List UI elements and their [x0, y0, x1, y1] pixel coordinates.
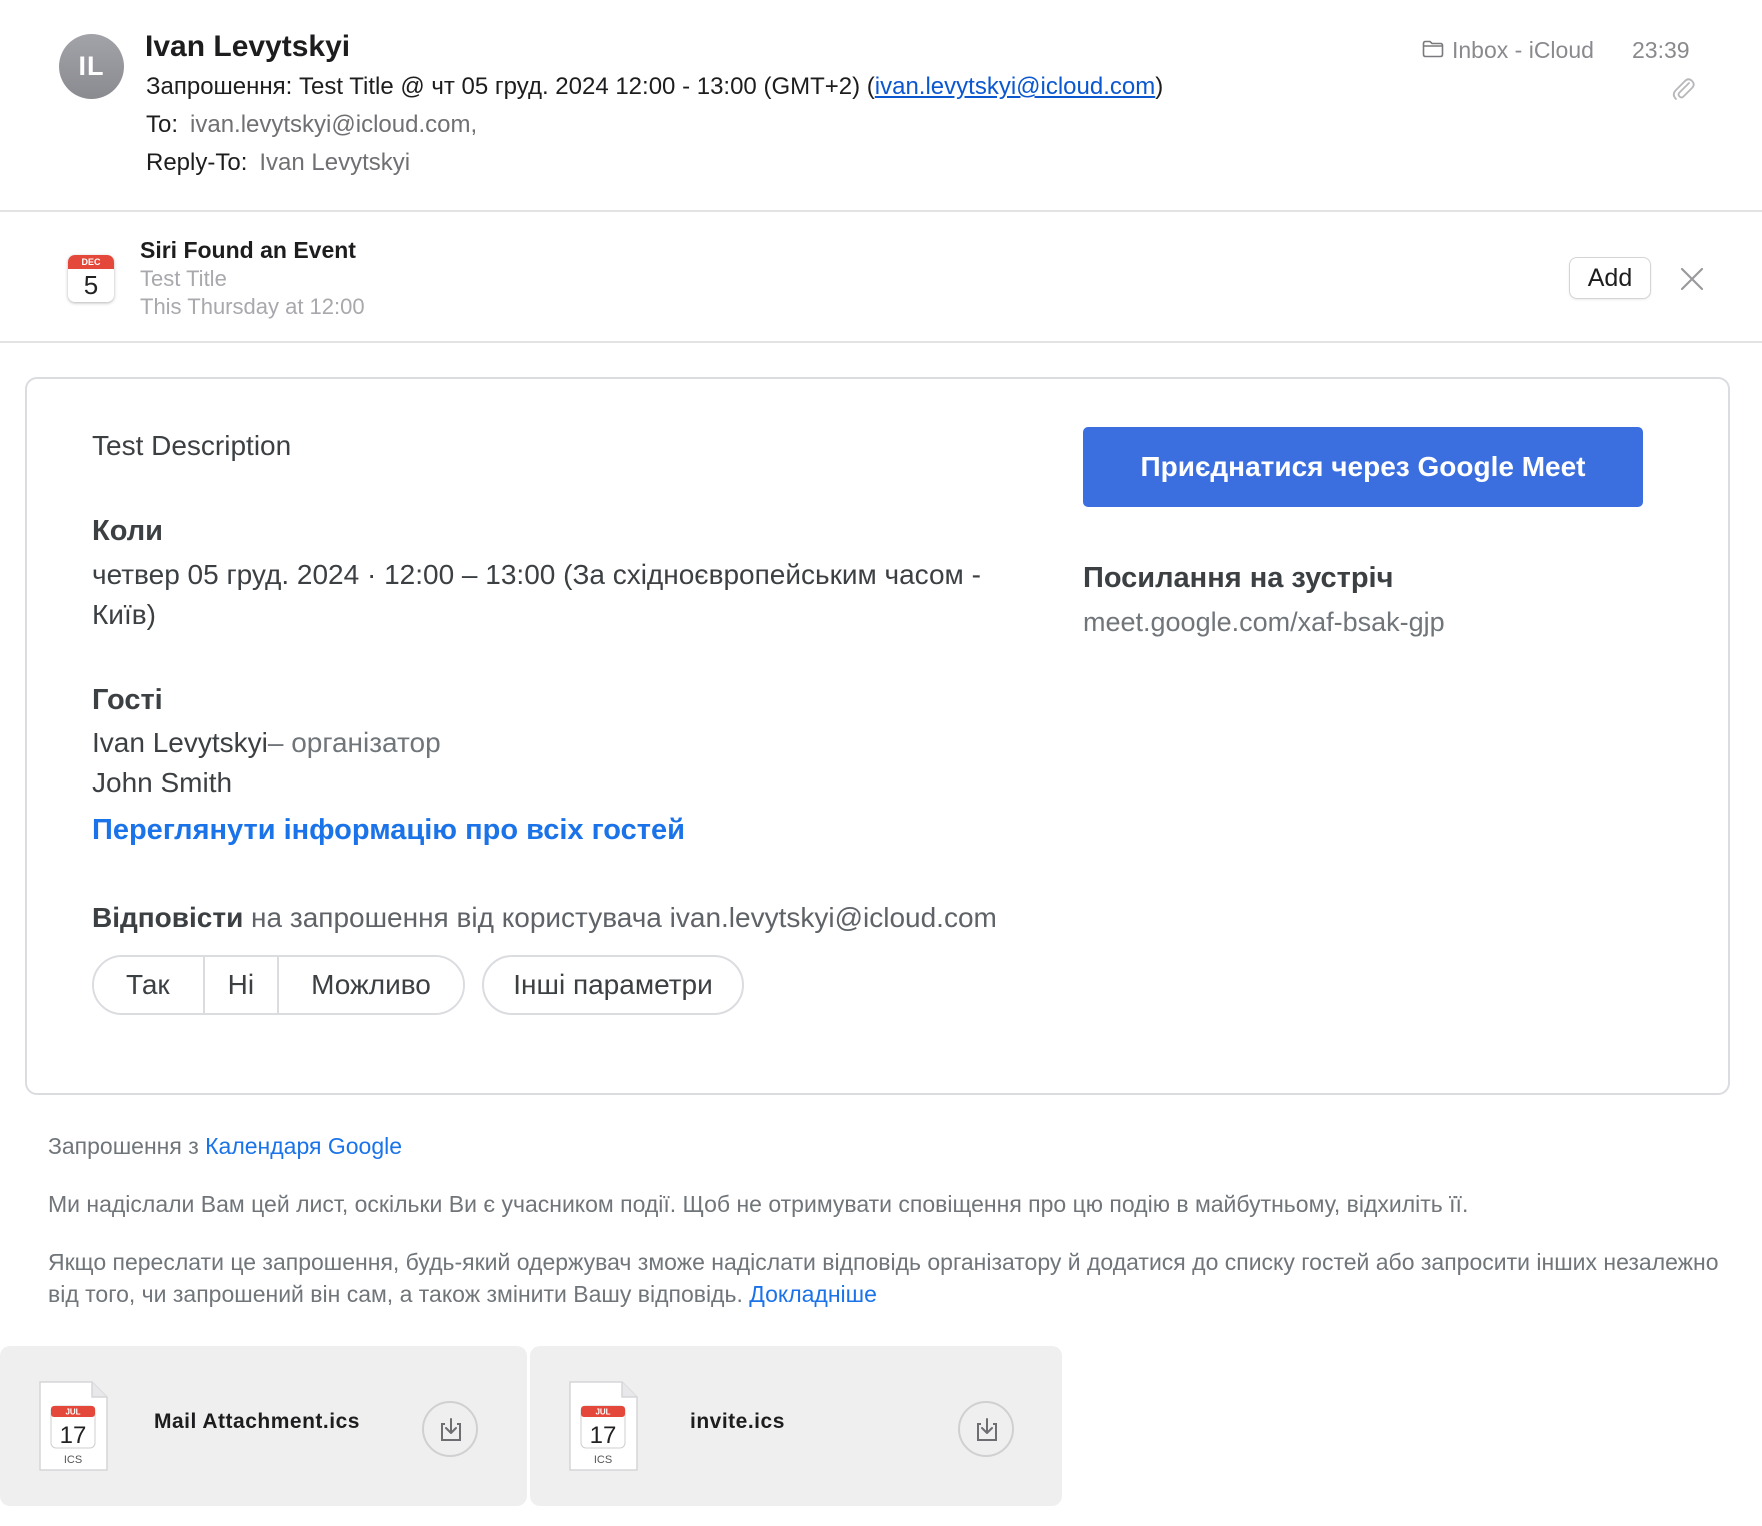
- learn-more-link[interactable]: Докладніше: [749, 1281, 877, 1307]
- calendar-icon-month: DEC: [68, 255, 114, 269]
- ics-icon-day: 17: [590, 1422, 617, 1449]
- ics-icon-month: JUL: [65, 1408, 80, 1417]
- when-value: четвер 05 груд. 2024 · 12:00 – 13:00 (За…: [92, 559, 981, 630]
- message-subject: Запрошення: Test Title @ чт 05 груд. 202…: [146, 73, 1163, 101]
- to-label: To:: [146, 111, 179, 138]
- guest-item: John Smith: [92, 767, 232, 799]
- guest-name: John Smith: [92, 767, 233, 798]
- ics-icon-ext: ICS: [594, 1454, 612, 1466]
- subject-suffix: ): [1155, 73, 1164, 100]
- subject-email-link[interactable]: ivan.levytskyi@icloud.com: [875, 73, 1155, 100]
- to-row: To: ivan.levytskyi@icloud.com,: [146, 111, 477, 139]
- forward-notice: Якщо переслати це запрошення, будь-який …: [48, 1246, 1728, 1310]
- add-event-button[interactable]: Add: [1569, 257, 1651, 299]
- download-icon: [441, 1418, 461, 1441]
- ics-icon-day: 17: [60, 1422, 87, 1449]
- siri-event-time: This Thursday at 12:00: [140, 294, 365, 319]
- paperclip-icon: [1672, 78, 1695, 100]
- guest-role: – організатор: [267, 727, 441, 758]
- rsvp-no-button[interactable]: Ні: [202, 957, 278, 1013]
- ics-icon-month: JUL: [595, 1408, 610, 1417]
- siri-event-title: Test Title: [140, 266, 227, 291]
- invitation-card: Test Description Коли четвер 05 груд. 20…: [25, 377, 1730, 1095]
- rsvp-yes-button[interactable]: Так: [94, 957, 203, 1013]
- rsvp-button-group: Так Ні Можливо: [92, 955, 465, 1015]
- mailbox-location[interactable]: Inbox - iCloud: [1422, 37, 1594, 64]
- sender-avatar: IL: [59, 34, 124, 99]
- meeting-link-heading: Посилання на зустріч: [1083, 562, 1394, 594]
- reply-to-label: Reply-To:: [146, 149, 248, 176]
- notice-text: Ми надіслали Вам цей лист, оскільки Ви є…: [48, 1191, 1469, 1217]
- when-heading: Коли: [92, 515, 163, 547]
- reply-prompt: Відповісти на запрошення від користувача…: [92, 902, 997, 934]
- invitation-source: Запрошення з Календаря Google: [48, 1130, 1728, 1162]
- guest-item: Ivan Levytskyi– організатор: [92, 727, 441, 759]
- ics-file-icon: JUL 17 ICS: [569, 1381, 638, 1471]
- message-header: IL Ivan Levytskyi Запрошення: Test Title…: [0, 0, 1762, 212]
- download-button[interactable]: [958, 1401, 1014, 1457]
- google-calendar-link[interactable]: Календаря Google: [205, 1133, 402, 1159]
- invitation-source-text: Запрошення з: [48, 1133, 206, 1159]
- attachment-name: Mail Attachment.ics: [154, 1410, 360, 1433]
- mailbox-label: Inbox - iCloud: [1452, 37, 1594, 63]
- rsvp-maybe-button[interactable]: Можливо: [277, 957, 463, 1013]
- received-time: 23:39: [1632, 37, 1690, 63]
- to-recipient[interactable]: ivan.levytskyi@icloud.com,: [190, 111, 477, 138]
- folder-icon: [1422, 37, 1444, 64]
- forward-notice-text: Якщо переслати це запрошення, будь-який …: [48, 1249, 1719, 1307]
- more-options-button[interactable]: Інші параметри: [482, 955, 744, 1015]
- event-description: Test Description: [92, 430, 292, 461]
- siri-event-banner: DEC 5 Siri Found an Event Test Title Thi…: [0, 212, 1762, 343]
- meeting-link[interactable]: meet.google.com/xaf-bsak-gjp: [1083, 607, 1445, 638]
- close-icon[interactable]: [1679, 266, 1705, 292]
- view-all-guests-link[interactable]: Переглянути інформацію про всіх гостей: [92, 814, 685, 847]
- reply-to-row: Reply-To: Ivan Levytskyi: [146, 149, 410, 177]
- reply-label: Відповісти: [92, 902, 244, 933]
- calendar-icon-day: 5: [83, 270, 99, 300]
- guest-name: Ivan Levytskyi: [92, 727, 268, 758]
- attachment-tile[interactable]: JUL 17 ICS invite.ics: [530, 1346, 1062, 1506]
- guests-heading: Гості: [92, 684, 163, 716]
- siri-title: Siri Found an Event: [140, 237, 356, 263]
- sender-name[interactable]: Ivan Levytskyi: [145, 30, 350, 64]
- subject-text: Запрошення: Test Title @ чт 05 груд. 202…: [146, 73, 875, 100]
- ics-icon-ext: ICS: [64, 1454, 82, 1466]
- reply-to-recipient[interactable]: Ivan Levytskyi: [259, 149, 410, 176]
- download-button[interactable]: [422, 1401, 478, 1457]
- reply-prompt-text: на запрошення від користувача ivan.levyt…: [243, 902, 997, 933]
- download-icon: [977, 1418, 997, 1441]
- ics-file-icon: JUL 17 ICS: [39, 1381, 108, 1471]
- join-google-meet-button[interactable]: Приєднатися через Google Meet: [1083, 427, 1643, 507]
- attachment-tile[interactable]: JUL 17 ICS Mail Attachment.ics: [0, 1346, 527, 1506]
- attachment-name: invite.ics: [690, 1410, 785, 1433]
- calendar-icon: DEC 5: [68, 255, 114, 302]
